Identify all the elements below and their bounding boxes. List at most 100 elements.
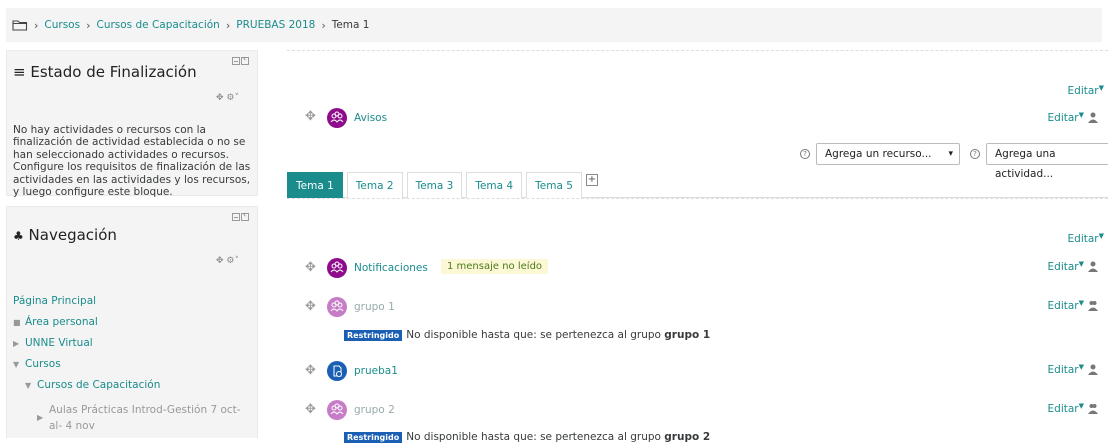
breadcrumb-separator: › bbox=[225, 18, 231, 32]
block-controls bbox=[232, 210, 249, 221]
topic-tabs: Tema 1 Tema 2 Tema 3 Tema 4 Tema 5 + bbox=[287, 172, 1108, 198]
group-mode-icon[interactable] bbox=[1088, 112, 1098, 123]
breadcrumb-tema1: Tema 1 bbox=[331, 19, 370, 31]
activity-grupo1-link[interactable]: grupo 1 bbox=[354, 301, 395, 313]
completion-block-text: No hay actividades o recursos con la fin… bbox=[13, 124, 251, 199]
tab-tema-4[interactable]: Tema 4 bbox=[466, 172, 523, 198]
collapse-block-icon[interactable] bbox=[232, 213, 240, 221]
group-mode-icon[interactable] bbox=[1088, 261, 1098, 272]
navigation-tree: Página Principal ■ Área personal ▶ UNNE Vi… bbox=[13, 291, 253, 432]
edit-section-menu[interactable]: Editar▼ bbox=[1068, 84, 1104, 97]
nav-item-capacitacion[interactable]: ▼ Cursos de Capacitación bbox=[13, 375, 253, 396]
add-resource-select[interactable]: Agrega un recurso... bbox=[816, 143, 960, 165]
add-activity-select[interactable]: Agrega una actividad... bbox=[986, 143, 1108, 180]
move-icon[interactable]: ✥ bbox=[305, 109, 316, 124]
section-general-top bbox=[287, 50, 1108, 51]
breadcrumb: › Cursos › Cursos de Capacitación › PRUE… bbox=[6, 8, 1102, 42]
add-tab-icon[interactable]: + bbox=[585, 174, 598, 186]
caret-down-icon: ▼ bbox=[1078, 111, 1084, 119]
tab-tema-5[interactable]: Tema 5 bbox=[526, 172, 582, 198]
separate-groups-icon[interactable] bbox=[1088, 403, 1098, 414]
tab-tema-2[interactable]: Tema 2 bbox=[346, 172, 403, 198]
edit-activity-menu[interactable]: Editar▼ bbox=[1048, 260, 1084, 273]
folder-icon[interactable] bbox=[12, 19, 28, 31]
move-icon[interactable]: ✥ bbox=[305, 299, 316, 314]
separate-groups-icon[interactable] bbox=[1088, 300, 1098, 311]
activity-notificaciones-link[interactable]: Notificaciones bbox=[354, 262, 428, 274]
edit-label: Editar bbox=[1047, 261, 1079, 273]
caret-down-icon: ▼ bbox=[1078, 363, 1084, 371]
restriction-info-2: Restringido No disponible hasta que: se p… bbox=[344, 431, 710, 443]
help-icon[interactable]: ? bbox=[970, 149, 980, 159]
edit-label: Editar bbox=[1047, 364, 1079, 376]
restriction-info-1: Restringido No disponible hasta que: se p… bbox=[344, 329, 710, 341]
group-mode-icon[interactable] bbox=[1088, 364, 1098, 375]
expand-down-icon: ▼ bbox=[13, 360, 20, 369]
restriction-group: grupo 1 bbox=[664, 329, 711, 341]
edit-label: Editar bbox=[1067, 85, 1099, 97]
block-controls bbox=[232, 54, 249, 65]
tab-tema-1[interactable]: Tema 1 bbox=[287, 172, 343, 198]
caret-down-icon: ▼ bbox=[1078, 402, 1084, 410]
breadcrumb-capacitacion[interactable]: Cursos de Capacitación bbox=[96, 19, 219, 31]
breadcrumb-separator: › bbox=[86, 18, 91, 32]
completion-block: ≡ Estado de Finalización ✥ ⚙˅ No hay act… bbox=[6, 50, 258, 199]
help-icon[interactable]: ? bbox=[800, 149, 810, 159]
activity-avisos-link[interactable]: Avisos bbox=[354, 112, 387, 124]
navigation-block-title: ♣ Navegación bbox=[13, 226, 117, 244]
nav-item-label: Página Principal bbox=[13, 295, 97, 307]
nav-item-label: Aulas Prácticas Introd-Gestión 7 oct-al-… bbox=[49, 404, 241, 432]
activity-grupo2-link[interactable]: grupo 2 bbox=[354, 404, 395, 416]
breadcrumb-cursos[interactable]: Cursos bbox=[44, 19, 80, 31]
nav-item-aulas-practicas[interactable]: ▶ Aulas Prácticas Introd-Gestión 7 oct-al… bbox=[13, 396, 253, 432]
sitemap-icon: ♣ bbox=[13, 229, 24, 243]
edit-activity-menu[interactable]: Editar▼ bbox=[1048, 299, 1084, 312]
caret-down-icon: ▼ bbox=[1078, 260, 1084, 268]
assignment-icon bbox=[327, 361, 347, 381]
restriction-group: grupo 2 bbox=[664, 431, 711, 443]
move-icon[interactable]: ✥ bbox=[305, 260, 316, 275]
nav-item-dashboard[interactable]: ■ Área personal bbox=[13, 312, 253, 333]
breadcrumb-pruebas[interactable]: PRUEBAS 2018 bbox=[236, 19, 315, 31]
move-icon[interactable]: ✥ bbox=[305, 363, 316, 378]
edit-label: Editar bbox=[1047, 403, 1079, 415]
dock-block-icon[interactable] bbox=[241, 54, 249, 65]
block-actions-icon[interactable]: ✥ ⚙˅ bbox=[216, 93, 239, 103]
navigation-title-text: Navegación bbox=[28, 226, 117, 244]
restriction-text: No disponible hasta que: se pertenezca a… bbox=[406, 431, 661, 443]
nav-item-unne-virtual[interactable]: ▶ UNNE Virtual bbox=[13, 333, 253, 354]
move-icon[interactable]: ✥ bbox=[305, 402, 316, 417]
navigation-block: ♣ Navegación ✥ ⚙˅ Página Principal ■ Área… bbox=[6, 206, 258, 438]
forum-icon bbox=[327, 258, 347, 278]
expand-right-icon: ▶ bbox=[37, 413, 44, 422]
activity-prueba1-link[interactable]: prueba1 bbox=[354, 365, 398, 377]
edit-label: Editar bbox=[1047, 300, 1079, 312]
restricted-tag: Restringido bbox=[344, 330, 403, 341]
edit-label: Editar bbox=[1067, 233, 1099, 245]
section-tema-1 bbox=[287, 198, 1108, 438]
nav-item-label: Cursos bbox=[25, 358, 61, 370]
unread-badge[interactable]: 1 mensaje no leído bbox=[441, 259, 549, 274]
expand-down-icon: ▼ bbox=[25, 381, 32, 390]
edit-section-menu[interactable]: Editar▼ bbox=[1068, 232, 1104, 245]
add-controls: ? Agrega un recurso... ? Agrega una acti… bbox=[800, 143, 1108, 180]
collapse-block-icon[interactable] bbox=[232, 57, 240, 65]
nav-item-cursos[interactable]: ▼ Cursos bbox=[13, 354, 253, 375]
tab-tema-3[interactable]: Tema 3 bbox=[406, 172, 463, 198]
breadcrumb-separator: › bbox=[34, 18, 39, 32]
caret-down-icon: ▼ bbox=[1078, 299, 1084, 307]
expand-right-icon: ▶ bbox=[13, 339, 20, 348]
dock-block-icon[interactable] bbox=[241, 210, 249, 221]
forum-icon bbox=[327, 297, 347, 317]
edit-activity-menu[interactable]: Editar▼ bbox=[1048, 363, 1084, 376]
nav-item-label: Cursos de Capacitación bbox=[37, 379, 161, 391]
edit-activity-menu[interactable]: Editar▼ bbox=[1048, 111, 1084, 124]
caret-down-icon: ▼ bbox=[1098, 84, 1104, 92]
edit-activity-menu[interactable]: Editar▼ bbox=[1048, 402, 1084, 415]
block-actions-icon[interactable]: ✥ ⚙˅ bbox=[216, 256, 239, 266]
forum-icon bbox=[327, 400, 347, 420]
breadcrumb-separator: › bbox=[321, 18, 326, 32]
nav-item-label: Área personal bbox=[25, 316, 98, 328]
nav-item-home[interactable]: Página Principal bbox=[13, 291, 253, 312]
nav-item-label: UNNE Virtual bbox=[25, 337, 93, 349]
